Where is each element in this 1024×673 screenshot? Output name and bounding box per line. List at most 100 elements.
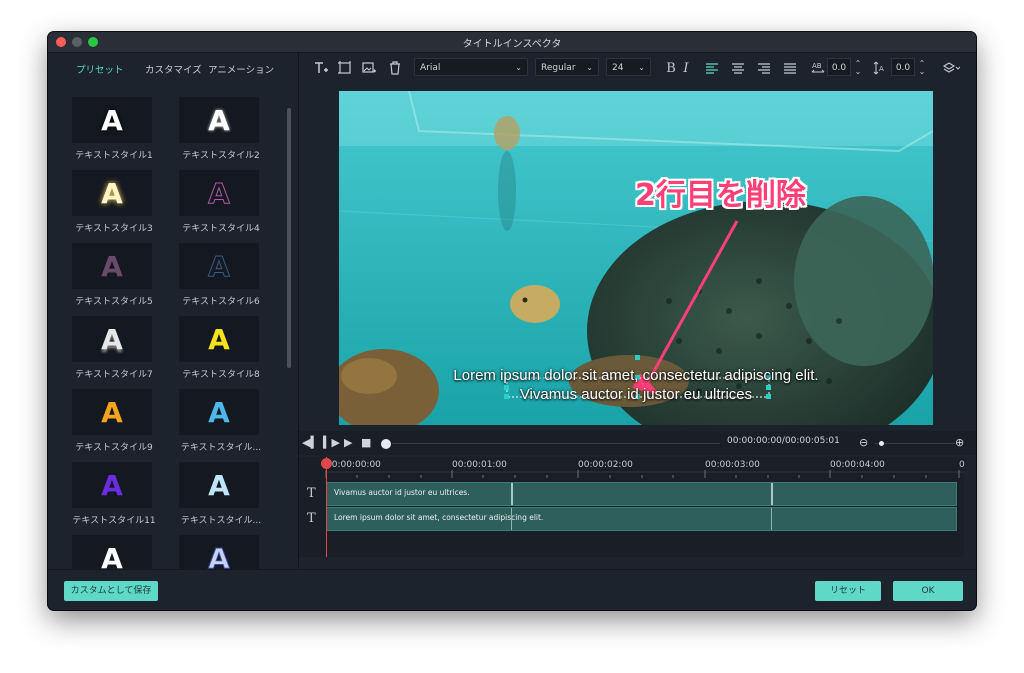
preset-item[interactable]: A テキストスタイル4: [171, 170, 261, 240]
line-spacing-stepper[interactable]: ⌃ ⌄: [918, 60, 926, 76]
line-spacing-input[interactable]: 0.0: [891, 58, 915, 76]
preset-label: テキストスタイル4: [182, 224, 260, 234]
next-frame-icon[interactable]: ▍▶: [323, 436, 340, 449]
preset-item[interactable]: A テキストスタイル...: [171, 462, 261, 532]
sidebar-tabs: プリセット カスタマイズ アニメーション: [48, 53, 298, 83]
tab-presets[interactable]: プリセット: [76, 62, 124, 76]
chevron-down-icon: ⌄: [586, 63, 593, 72]
clip-edge[interactable]: [771, 483, 773, 505]
preset-label: テキストスタイル5: [75, 297, 153, 307]
align-left-icon[interactable]: [705, 60, 719, 76]
playhead-line[interactable]: [326, 457, 327, 557]
preset-glyph: A: [101, 541, 123, 570]
preset-glyph: A: [208, 322, 230, 356]
preset-glyph: A: [101, 468, 123, 502]
playhead-handle[interactable]: [321, 458, 332, 469]
preset-thumbnail: A: [72, 535, 152, 569]
char-spacing-icon: AB: [811, 60, 825, 76]
subtitle-line-2[interactable]: Vivamus auctor id justor eu ultrices: [339, 386, 933, 403]
play-icon[interactable]: ▶: [344, 436, 352, 449]
preset-glyph: A: [208, 249, 231, 283]
clip-label: Vivamus auctor id justor eu ultrices.: [334, 488, 470, 497]
text-track-icon: T: [307, 486, 316, 501]
text-track-icon: T: [307, 511, 316, 526]
align-right-icon[interactable]: [757, 60, 771, 76]
preset-item[interactable]: A テキストスタイル3: [64, 170, 154, 240]
reset-button[interactable]: リセット: [815, 581, 881, 601]
timeline-ruler[interactable]: 00:00:00:00 00:00:01:00 00:00:02:00 00:0…: [325, 457, 965, 481]
zoom-track[interactable]: [875, 443, 955, 444]
previous-frame-icon[interactable]: ◀▍: [302, 436, 319, 449]
preset-label: テキストスタイル6: [182, 297, 260, 307]
text-box-icon[interactable]: [337, 60, 353, 76]
font-size-select[interactable]: 24 ⌄: [606, 58, 651, 76]
timeline-clip[interactable]: Lorem ipsum dolor sit amet, consectetur …: [326, 507, 957, 531]
char-spacing-stepper[interactable]: ⌃ ⌄: [854, 60, 862, 76]
save-as-custom-button[interactable]: カスタムとして保存: [64, 581, 158, 601]
preset-label: テキストスタイル...: [180, 443, 262, 453]
scrub-handle[interactable]: [381, 439, 391, 449]
preset-item[interactable]: A テキストスタイル2: [171, 97, 261, 167]
ruler-ticks: [325, 470, 964, 478]
preset-item[interactable]: A テキストスタイル7: [64, 316, 154, 386]
preset-glyph: A: [208, 395, 230, 429]
chevron-down-icon: ⌄: [515, 63, 522, 72]
preset-item[interactable]: A: [64, 535, 154, 569]
sidebar-scrollbar[interactable]: [287, 108, 291, 368]
preset-glyph: A: [101, 249, 123, 283]
preset-label: テキストスタイル8: [182, 370, 260, 380]
clip-edge[interactable]: [511, 483, 513, 505]
preset-item[interactable]: A: [171, 535, 261, 569]
preset-item[interactable]: A テキストスタイル11: [64, 462, 156, 532]
preset-thumbnail: A: [179, 535, 259, 569]
preset-grid: A テキストスタイル1 A テキストスタイル2 A テキストスタイル3 A テキストスタ…: [48, 97, 284, 569]
text-toolbar: Arial ⌄ Regular ⌄ 24 ⌄ B I AB 0.0 ⌃⌄ A: [299, 53, 976, 83]
main-panel: Arial ⌄ Regular ⌄ 24 ⌄ B I AB 0.0 ⌃⌄ A: [299, 53, 976, 569]
preset-label: テキストスタイル3: [75, 224, 153, 234]
preset-label: テキストスタイル...: [180, 516, 262, 526]
preset-thumbnail: A: [72, 170, 152, 216]
clip-edge[interactable]: [511, 508, 512, 530]
align-justify-icon[interactable]: [783, 60, 797, 76]
preset-item[interactable]: A テキストスタイル8: [171, 316, 261, 386]
italic-button[interactable]: I: [680, 60, 692, 76]
preset-thumbnail: A: [72, 316, 152, 362]
preset-thumbnail: A: [72, 97, 152, 143]
font-family-value: Arial: [420, 63, 441, 73]
bold-button[interactable]: B: [665, 60, 677, 76]
chevron-down-icon: ⌄: [638, 63, 645, 72]
zoom-handle[interactable]: [879, 441, 884, 446]
preset-item[interactable]: A テキストスタイル9: [64, 389, 154, 459]
preset-item[interactable]: A テキストスタイル1: [64, 97, 154, 167]
tab-customize[interactable]: カスタマイズ: [145, 62, 202, 76]
clip-edge[interactable]: [771, 508, 772, 530]
add-image-icon[interactable]: [361, 60, 377, 76]
preset-item[interactable]: A テキストスタイル...: [171, 389, 261, 459]
svg-text:AB: AB: [812, 62, 822, 70]
video-preview[interactable]: Lorem ipsum dolor sit amet, consectetur …: [339, 91, 933, 425]
preset-item[interactable]: A テキストスタイル6: [171, 243, 261, 313]
font-family-select[interactable]: Arial ⌄: [414, 58, 528, 76]
zoom-out-icon[interactable]: ⊖: [859, 436, 868, 449]
font-style-select[interactable]: Regular ⌄: [535, 58, 599, 76]
ok-button[interactable]: OK: [893, 581, 963, 601]
layers-icon[interactable]: [942, 60, 960, 76]
add-text-icon[interactable]: [313, 60, 329, 76]
scrub-track[interactable]: [392, 443, 720, 444]
preset-label: テキストスタイル9: [75, 443, 153, 453]
align-center-icon[interactable]: [731, 60, 745, 76]
preset-item[interactable]: A テキストスタイル5: [64, 243, 154, 313]
tab-animation[interactable]: アニメーション: [208, 62, 274, 76]
annotation-label: 2行目を削除: [635, 178, 806, 213]
timecode: 00:00:00:00/00:00:05:01: [727, 436, 840, 446]
font-size-value: 24: [612, 63, 624, 73]
char-spacing-input[interactable]: 0.0: [827, 58, 851, 76]
stop-icon[interactable]: ■: [361, 436, 371, 449]
trash-icon[interactable]: [387, 60, 403, 76]
timeline-clip[interactable]: Vivamus auctor id justor eu ultrices.: [326, 482, 957, 506]
timeline: 00:00:00:00 00:00:01:00 00:00:02:00 00:0…: [299, 457, 965, 557]
preset-label: テキストスタイル7: [75, 370, 153, 380]
zoom-in-icon[interactable]: ⊕: [955, 436, 964, 449]
preset-thumbnail: A: [179, 243, 259, 289]
subtitle-line-1[interactable]: Lorem ipsum dolor sit amet, consectetur …: [339, 367, 933, 384]
